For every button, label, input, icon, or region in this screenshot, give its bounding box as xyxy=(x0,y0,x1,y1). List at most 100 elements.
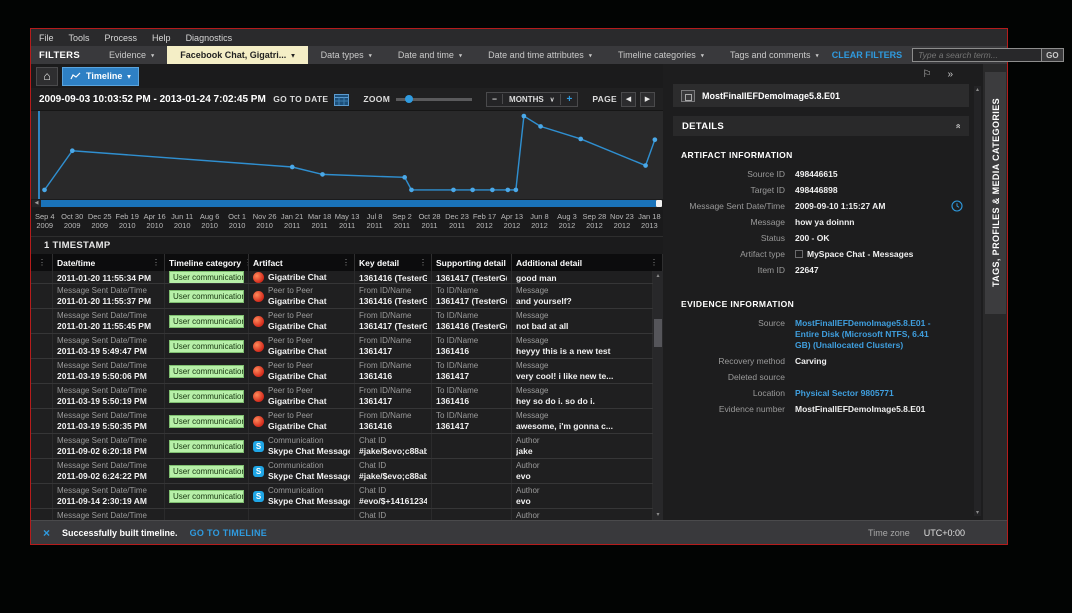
table-column-header[interactable]: Supporting detail ⋮ xyxy=(432,254,512,271)
evidence-item-header[interactable]: MostFinalIEFDemoImage5.8.E01 xyxy=(673,84,969,107)
table-row[interactable]: Message Sent Date/Time2011-03-19 5:50:06… xyxy=(31,359,653,384)
zoom-slider-thumb[interactable] xyxy=(405,95,413,103)
detail-field-label: Target ID xyxy=(675,185,785,196)
detail-field-label: Recovery method xyxy=(675,356,785,367)
table-row[interactable]: Message Sent Date/Time2011-09-14 2:30:19… xyxy=(31,484,653,509)
panel-scrollbar[interactable]: ▴ ▾ xyxy=(974,86,981,516)
cell-additional-detail: Messagevery cool! i like new te... xyxy=(512,359,653,383)
column-header-label: Key detail xyxy=(359,258,399,268)
artifact-icon: S xyxy=(253,491,264,502)
axis-tick-label: Mar 182011 xyxy=(306,209,333,236)
timeline-range-scrollbar[interactable]: ◀ xyxy=(31,199,663,208)
interval-unit-select[interactable]: MONTHS ∨ xyxy=(503,95,560,104)
column-menu-icon[interactable]: ⋮ xyxy=(152,258,160,267)
cell-supporting-detail: To ID/Name1361417 (TesterGuy2) xyxy=(432,284,512,308)
timeline-category-badge: User communication xyxy=(169,390,244,403)
scroll-down-icon[interactable]: ▾ xyxy=(656,510,659,520)
search-input[interactable] xyxy=(913,50,1041,60)
close-notification-icon[interactable]: × xyxy=(43,527,50,539)
column-menu-icon[interactable]: ⋮ xyxy=(342,258,350,267)
chevron-down-icon: ▾ xyxy=(459,52,462,60)
page-next-button[interactable]: ▶ xyxy=(640,92,655,107)
column-menu-icon[interactable]: ⋮ xyxy=(650,258,658,267)
go-to-timeline-link[interactable]: GO TO TIMELINE xyxy=(190,528,268,538)
search-go-button[interactable]: GO xyxy=(1041,49,1062,61)
menu-item[interactable]: Help xyxy=(152,33,171,43)
clear-filters-link[interactable]: CLEAR FILTERS xyxy=(832,50,902,60)
table-column-header[interactable]: Key detail ⋮ xyxy=(355,254,432,271)
filter-dropdown[interactable]: Evidence ▾ xyxy=(96,46,167,64)
detail-field-value: MostFinalIEFDemoImage5.8.E01 xyxy=(795,404,925,415)
chevron-down-icon: ▾ xyxy=(589,52,592,60)
range-left-handle[interactable]: ◀ xyxy=(32,200,41,207)
details-section-header[interactable]: DETAILS » xyxy=(673,116,969,136)
scroll-up-icon[interactable]: ▴ xyxy=(656,271,659,281)
collapse-icon[interactable]: » xyxy=(952,123,962,128)
menu-item[interactable]: Tools xyxy=(69,33,90,43)
detail-field-value: 22647 xyxy=(795,265,819,276)
timeline-view-button[interactable]: Timeline ▾ xyxy=(62,67,139,86)
scroll-down-icon[interactable]: ▾ xyxy=(976,509,979,516)
page-prev-button[interactable]: ◀ xyxy=(621,92,636,107)
filter-dropdown[interactable]: Date and time attributes ▾ xyxy=(475,46,605,64)
filter-dropdown[interactable]: Tags and comments ▾ xyxy=(717,46,832,64)
timeline-view-label: Timeline xyxy=(86,71,122,81)
evidence-information-section: EVIDENCE INFORMATION Source MostFinalIEF… xyxy=(673,291,969,424)
column-menu-icon[interactable]: ⋮ xyxy=(38,258,46,267)
cell-datetime: Message Sent Date/Time2011-01-20 11:55:4… xyxy=(53,309,165,333)
table-column-header[interactable]: Artifact ⋮ xyxy=(249,254,355,271)
zoom-slider[interactable] xyxy=(396,98,472,101)
detail-field-row: Artifact type MySpace Chat - Messages xyxy=(675,249,967,260)
calendar-icon[interactable] xyxy=(334,93,349,106)
axis-tick-label: Apr 132012 xyxy=(498,209,525,236)
menu-item[interactable]: Process xyxy=(105,33,138,43)
chevron-down-icon: ▾ xyxy=(127,73,130,81)
table-column-header[interactable]: Date/time ⋮ xyxy=(53,254,165,271)
axis-tick-label: Oct 302009 xyxy=(58,209,85,236)
flag-icon[interactable]: ⚐ xyxy=(922,69,931,80)
table-column-header[interactable]: Timeline category ⋮ xyxy=(165,254,249,271)
range-right-handle[interactable] xyxy=(656,200,662,207)
cell-datetime: Message Sent Date/Time2011-01-20 11:55:3… xyxy=(53,284,165,308)
chevron-down-icon: ▾ xyxy=(291,52,294,60)
axis-tick-label: May 132011 xyxy=(333,209,360,236)
table-vertical-scrollbar[interactable]: ▴ ▾ xyxy=(653,271,663,520)
scrollbar-track[interactable] xyxy=(653,281,663,510)
menu-item[interactable]: Diagnostics xyxy=(186,33,233,43)
range-track[interactable] xyxy=(41,200,656,207)
go-to-date-button[interactable]: GO TO DATE xyxy=(273,94,328,104)
scrollbar-thumb[interactable] xyxy=(654,319,662,347)
table-row[interactable]: Message Sent Date/Time2011-01-20 11:55:3… xyxy=(31,284,653,309)
table-row[interactable]: Message Sent Date/Time2011-01-20 11:55:4… xyxy=(31,309,653,334)
table-column-header[interactable]: Additional detail ⋮ xyxy=(512,254,663,271)
interval-plus-button[interactable]: + xyxy=(560,94,577,105)
expand-panel-icon[interactable]: » xyxy=(947,69,953,80)
menu-item[interactable]: File xyxy=(39,33,54,43)
filter-dropdown[interactable]: Data types ▾ xyxy=(308,46,385,64)
home-button[interactable]: ⌂ xyxy=(36,67,58,86)
table-row[interactable]: Message Sent Date/Time2011-03-19 5:50:35… xyxy=(31,409,653,434)
filter-dropdown[interactable]: Date and time ▾ xyxy=(385,46,475,64)
filter-dropdown[interactable]: Timeline categories ▾ xyxy=(605,46,717,64)
table-row[interactable]: Message Sent Date/Time2011-09-02 6:20:18… xyxy=(31,434,653,459)
tags-profiles-media-tab[interactable]: TAGS, PROFILES & MEDIA CATEGORIES xyxy=(985,72,1006,314)
main-area: ⌂ Timeline ▾ 2009-09-03 10:03:52 PM - 20… xyxy=(31,64,663,520)
clock-icon[interactable] xyxy=(951,200,963,212)
detail-field-row: Status 200 - OK xyxy=(675,233,967,244)
table-row[interactable]: 2011-01-20 11:55:34 PM User communicatio… xyxy=(31,271,653,284)
interval-minus-button[interactable]: − xyxy=(487,94,503,104)
table-row[interactable]: Message Sent Date/Time2011-09-02 6:24:22… xyxy=(31,459,653,484)
cell-key-detail: Chat ID#jake/$evo;c88ab3bc9... xyxy=(355,459,432,483)
detail-field-value: 200 - OK xyxy=(795,233,830,244)
table-row[interactable]: Message Sent Date/Time2011-03-19 5:49:47… xyxy=(31,334,653,359)
table-row[interactable]: Message Sent Date/Time Communication Cha… xyxy=(31,509,653,520)
interval-stepper: − MONTHS ∨ + xyxy=(486,92,578,107)
timeline-category-badge: User communication xyxy=(169,315,244,328)
zoom-label: ZOOM xyxy=(363,94,390,104)
filter-dropdown[interactable]: Facebook Chat, Gigatri... ▾ xyxy=(167,46,307,64)
scroll-up-icon[interactable]: ▴ xyxy=(976,86,979,93)
header-handle-cell[interactable]: ⋮ xyxy=(31,254,53,271)
artifact-information-title: ARTIFACT INFORMATION xyxy=(681,150,967,160)
table-row[interactable]: Message Sent Date/Time2011-03-19 5:50:19… xyxy=(31,384,653,409)
column-menu-icon[interactable]: ⋮ xyxy=(419,258,427,267)
